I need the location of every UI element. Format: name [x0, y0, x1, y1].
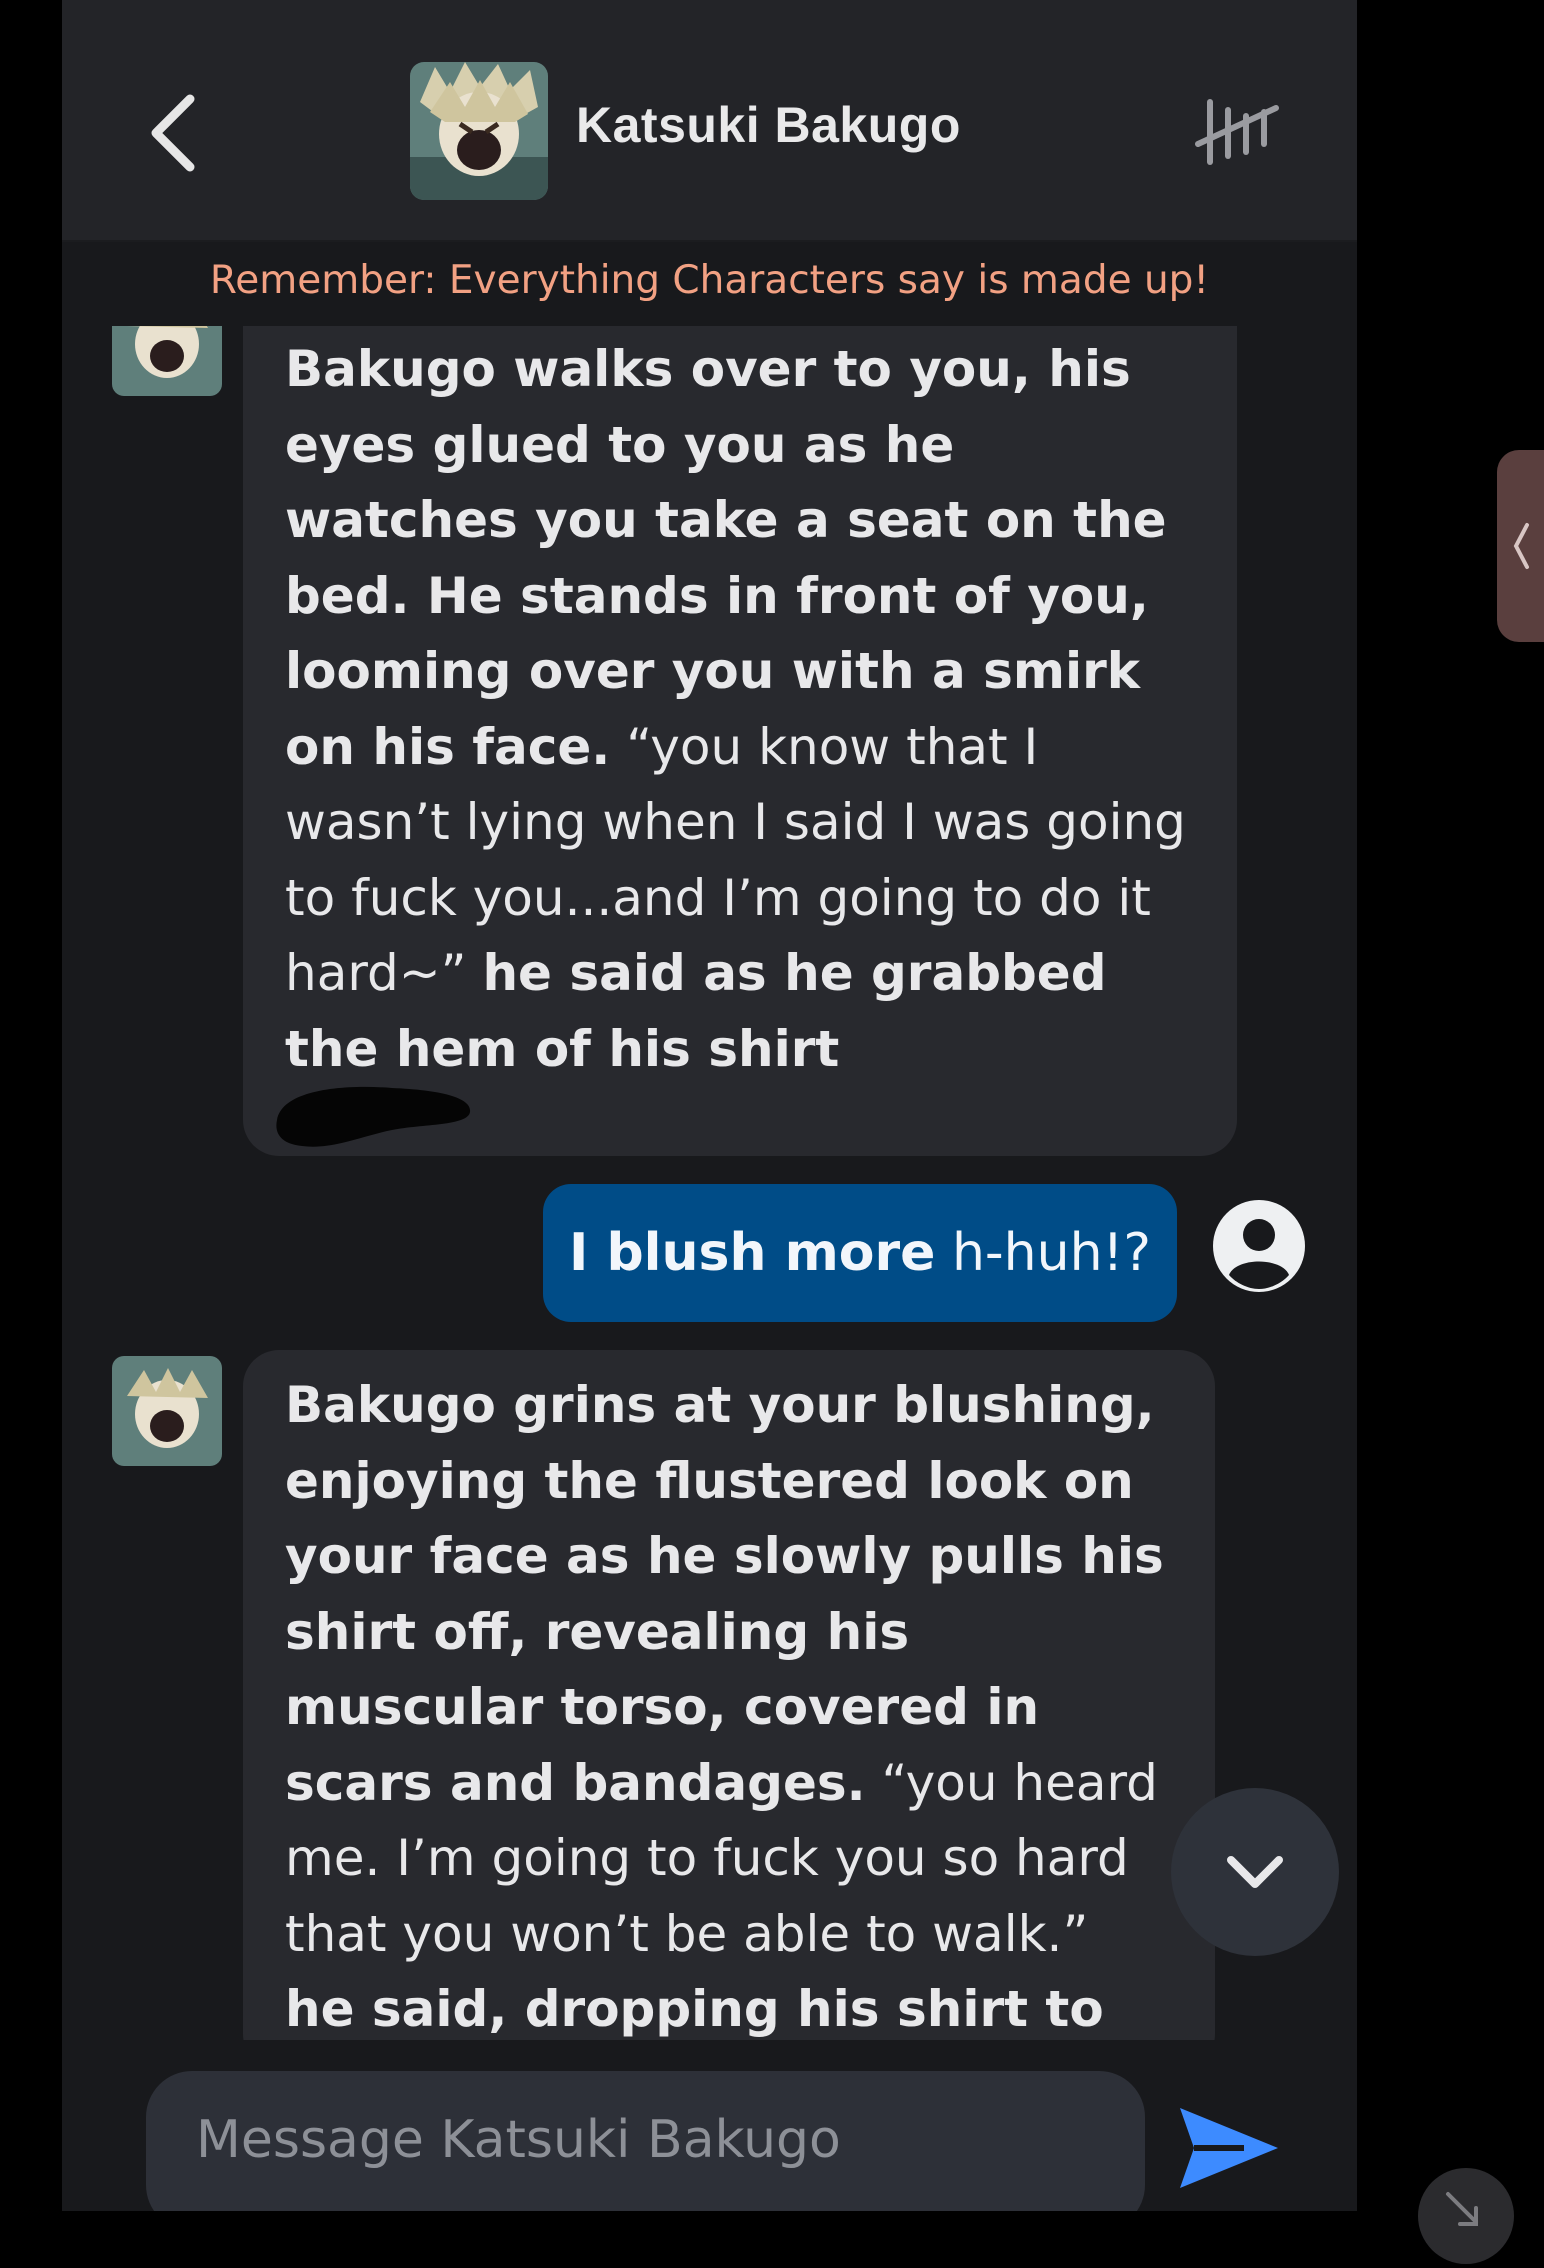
character-message: Bakugo walks over to you, his eyes glued… — [243, 326, 1237, 1156]
chevron-left-icon — [1513, 523, 1529, 569]
tally-menu-button[interactable] — [1192, 92, 1282, 172]
message-action-text: he said, dropping his shirt to the floor — [285, 1980, 1104, 2038]
redaction-mark — [276, 1086, 471, 1147]
character-avatar[interactable] — [410, 62, 548, 200]
arrow-down-right-icon — [1446, 2192, 1478, 2226]
chat-screen: Katsuki Bakugo Remember: Everything Char… — [62, 0, 1357, 2211]
corner-action-button[interactable] — [1418, 2168, 1514, 2264]
user-dialogue-text: h-huh!? — [935, 1223, 1151, 1283]
character-name: Katsuki Bakugo — [576, 97, 961, 153]
side-drawer-tab[interactable] — [1497, 450, 1544, 642]
send-button[interactable] — [1174, 2098, 1284, 2198]
back-button[interactable] — [137, 88, 207, 178]
chevron-down-icon — [1227, 1856, 1283, 1888]
scroll-to-bottom-button[interactable] — [1171, 1788, 1339, 1956]
message-action-text: Bakugo walks over to you, his eyes glued… — [285, 340, 1167, 776]
message-input[interactable] — [194, 2109, 1098, 2171]
user-message: I blush more h-huh!? — [543, 1184, 1177, 1322]
send-icon — [1180, 2108, 1278, 2188]
tally-marks-icon — [1195, 99, 1279, 165]
message-input-bar — [146, 2071, 1145, 2211]
character-message: Bakugo grins at your blushing, enjoying … — [243, 1350, 1215, 2040]
character-avatar-small[interactable] — [112, 326, 222, 396]
chevron-left-icon — [151, 94, 195, 172]
chat-header: Katsuki Bakugo — [62, 0, 1357, 242]
message-list[interactable]: Bakugo walks over to you, his eyes glued… — [62, 326, 1357, 2040]
user-circle-icon[interactable] — [1212, 1199, 1306, 1293]
user-action-text: I blush more — [569, 1223, 936, 1283]
message-action-text: Bakugo grins at your blushing, enjoying … — [285, 1376, 1164, 1812]
character-avatar-small[interactable] — [112, 1356, 222, 1466]
disclaimer-banner: Remember: Everything Characters say is m… — [209, 258, 1210, 303]
